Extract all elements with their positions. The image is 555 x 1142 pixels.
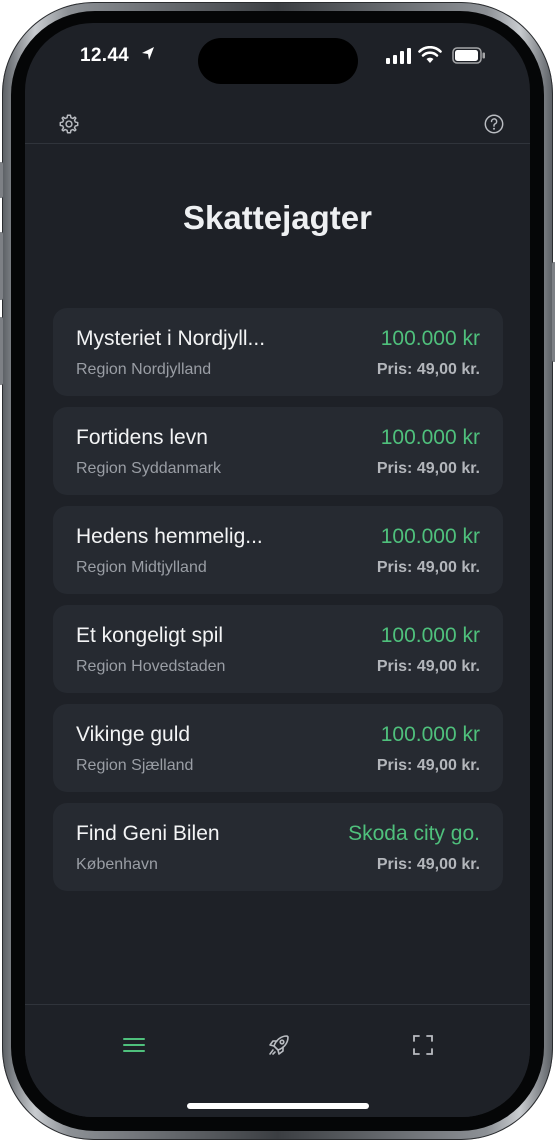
hunt-region: Region Hovedstaden	[76, 658, 226, 675]
hunt-name: Fortidens levn	[76, 426, 208, 449]
hunt-name: Find Geni Bilen	[76, 822, 220, 845]
scan-icon[interactable]	[409, 1031, 437, 1059]
hunt-name: Hedens hemmelig...	[76, 525, 263, 548]
cellular-signal-icon	[386, 48, 411, 64]
home-indicator[interactable]	[187, 1103, 369, 1109]
volume-down-button	[0, 317, 3, 385]
hunt-prize: 100.000 kr	[380, 525, 480, 548]
hunt-region: København	[76, 856, 158, 873]
dynamic-island	[198, 38, 358, 84]
treasure-hunt-list: Mysteriet i Nordjyll... Region Nordjylla…	[53, 308, 503, 902]
hunt-card[interactable]: Find Geni Bilen København Skoda city go.…	[53, 803, 503, 891]
page-title: Skattejagter	[183, 199, 372, 236]
hunt-prize: 100.000 kr	[380, 327, 480, 350]
hunt-card[interactable]: Vikinge guld Region Sjælland 100.000 kr …	[53, 704, 503, 792]
hunt-region: Region Sjælland	[76, 757, 194, 774]
hunt-price: Pris: 49,00 kr.	[376, 658, 480, 675]
app-screen: 12.44 Skattejagter Mysteriet i Nordjyll.…	[25, 23, 530, 1117]
hunt-name: Et kongeligt spil	[76, 624, 224, 647]
tab-bar	[25, 1004, 530, 1117]
top-bar	[25, 105, 530, 144]
hunt-price: Pris: 49,00 kr.	[376, 361, 480, 378]
hunt-name: Vikinge guld	[76, 723, 191, 746]
hunt-region: Region Nordjylland	[76, 361, 212, 378]
battery-icon	[452, 47, 485, 64]
wifi-icon	[418, 46, 442, 63]
hunt-prize: Skoda city go.	[348, 822, 480, 845]
gear-icon[interactable]	[58, 113, 80, 135]
hunt-region: Region Midtjylland	[76, 559, 207, 576]
action-button	[0, 162, 3, 198]
hunt-prize: 100.000 kr	[380, 723, 480, 746]
help-icon[interactable]	[483, 113, 505, 135]
hunt-price: Pris: 49,00 kr.	[376, 757, 480, 774]
hunt-region: Region Syddanmark	[76, 460, 221, 477]
hunt-price: Pris: 49,00 kr.	[376, 460, 480, 477]
location-arrow-icon	[142, 47, 154, 60]
hunt-prize: 100.000 kr	[380, 624, 480, 647]
hunt-card[interactable]: Fortidens levn Region Syddanmark 100.000…	[53, 407, 503, 495]
hunt-name: Mysteriet i Nordjyll...	[76, 327, 266, 350]
hunt-card[interactable]: Mysteriet i Nordjyll... Region Nordjylla…	[53, 308, 503, 396]
hunt-card[interactable]: Hedens hemmelig... Region Midtjylland 10…	[53, 506, 503, 594]
volume-up-button	[0, 232, 3, 300]
list-icon[interactable]	[120, 1031, 148, 1059]
status-bar: 12.44	[25, 23, 530, 93]
hunt-price: Pris: 49,00 kr.	[376, 856, 480, 873]
hunt-card[interactable]: Et kongeligt spil Region Hovedstaden 100…	[53, 605, 503, 693]
status-time: 12.44	[80, 45, 130, 66]
hunt-price: Pris: 49,00 kr.	[376, 559, 480, 576]
hunt-prize: 100.000 kr	[380, 426, 480, 449]
rocket-icon[interactable]	[265, 1031, 293, 1059]
